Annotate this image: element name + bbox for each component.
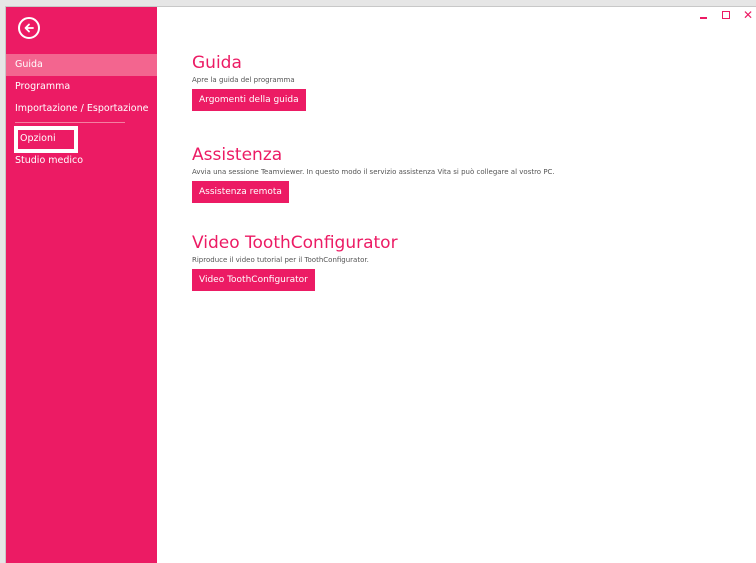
section-assistenza: Assistenza Avvia una sessione Teamviewer… bbox=[192, 145, 555, 203]
section-title-assistenza: Assistenza bbox=[192, 145, 283, 165]
arrow-left-icon bbox=[24, 23, 34, 33]
sidebar-divider bbox=[15, 122, 125, 123]
minimize-icon[interactable] bbox=[698, 9, 710, 21]
window-controls: ✕ bbox=[698, 9, 756, 23]
sidebar-item-importazione-esportazione[interactable]: Importazione / Esportazione bbox=[6, 98, 157, 120]
main-content: ✕ Guida Apre la guida del programma Argo… bbox=[157, 7, 756, 563]
maximize-icon[interactable] bbox=[720, 9, 732, 21]
app-window: Guida Programma Importazione / Esportazi… bbox=[5, 6, 756, 563]
sidebar-item-guida[interactable]: Guida bbox=[6, 54, 157, 76]
back-button[interactable] bbox=[18, 17, 40, 39]
section-title-guida: Guida bbox=[192, 53, 242, 73]
section-video-toothconfigurator: Video ToothConfigurator Riproduce il vid… bbox=[192, 233, 398, 291]
opzioni-highlight-box bbox=[14, 126, 78, 153]
section-description-video-toothconfigurator: Riproduce il video tutorial per il Tooth… bbox=[192, 256, 369, 264]
video-toothconfigurator-button[interactable]: Video ToothConfigurator bbox=[192, 269, 315, 291]
section-description-assistenza: Avvia una sessione Teamviewer. In questo… bbox=[192, 168, 555, 176]
assistenza-remota-button[interactable]: Assistenza remota bbox=[192, 181, 289, 203]
sidebar-item-studio-medico[interactable]: Studio medico bbox=[6, 150, 157, 172]
sidebar: Guida Programma Importazione / Esportazi… bbox=[6, 7, 157, 563]
section-guida: Guida Apre la guida del programma Argome… bbox=[192, 53, 306, 111]
section-title-video-toothconfigurator: Video ToothConfigurator bbox=[192, 233, 398, 253]
section-description-guida: Apre la guida del programma bbox=[192, 76, 295, 84]
sidebar-item-programma[interactable]: Programma bbox=[6, 76, 157, 98]
close-icon[interactable]: ✕ bbox=[742, 9, 754, 21]
argomenti-della-guida-button[interactable]: Argomenti della guida bbox=[192, 89, 306, 111]
